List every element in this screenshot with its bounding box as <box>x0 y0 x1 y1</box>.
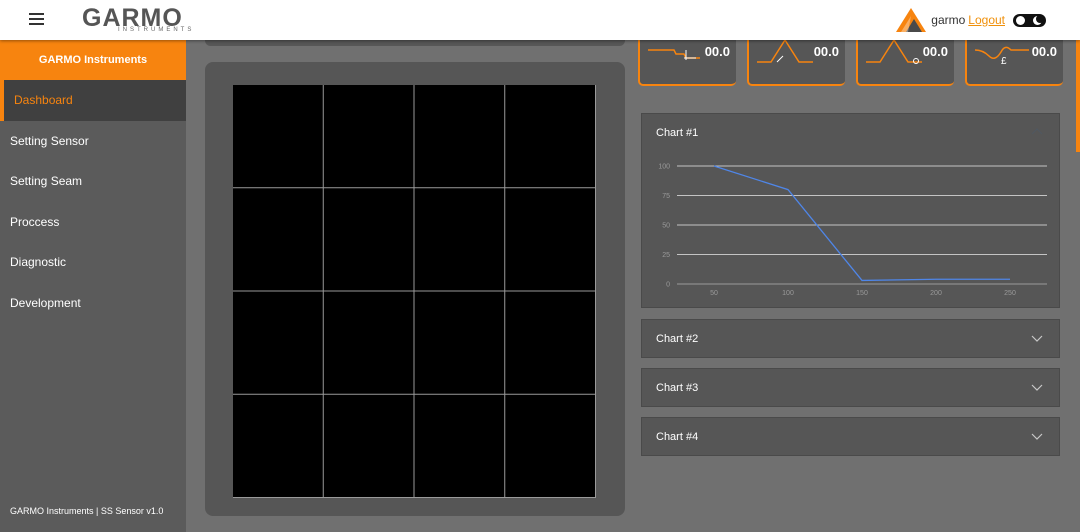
chart-3-header[interactable]: Chart #3 <box>642 369 1059 406</box>
sidebar-item-dashboard[interactable]: Dashboard <box>0 80 186 121</box>
sidebar-item-setting-seam[interactable]: Setting Seam <box>0 161 186 202</box>
x-tick-label: 100 <box>782 290 794 297</box>
chart-1-panel: Chart #1 0 25 50 75 100 50 100 150 200 250 <box>641 113 1060 308</box>
username: garmo <box>931 13 966 27</box>
chart-3-panel[interactable]: Chart #3 <box>641 368 1060 407</box>
x-tick-label: 250 <box>1004 290 1016 297</box>
sidebar-item-setting-sensor[interactable]: Setting Sensor <box>0 121 186 162</box>
chart-2-panel[interactable]: Chart #2 <box>641 319 1060 358</box>
sidebar-brand: GARMO Instruments <box>0 40 186 80</box>
chart-1-plot: 0 25 50 75 100 50 100 150 200 250 <box>658 164 1047 297</box>
logo-subtext: INSTRUMENTS <box>118 27 195 33</box>
top-bar: GARMO INSTRUMENTS garmo Logout <box>0 0 1080 40</box>
indicator-value-1: 00.0 <box>704 44 730 59</box>
user-area: garmo Logout <box>894 6 1046 34</box>
chevron-down-icon[interactable] <box>1031 381 1043 393</box>
y-tick-label: 25 <box>662 252 670 259</box>
sidebar-item-diagnostic[interactable]: Diagnostic <box>0 242 186 283</box>
x-tick-label: 50 <box>710 290 718 297</box>
step-profile-icon <box>648 49 700 60</box>
indicator-value-2: 00.0 <box>813 44 839 59</box>
bump-gap-profile-icon <box>866 38 922 64</box>
menu-icon[interactable] <box>29 13 44 26</box>
theme-toggle[interactable] <box>1013 13 1046 27</box>
chevron-down-icon[interactable] <box>1031 332 1043 344</box>
user-logo-icon <box>896 8 927 32</box>
sidebar: GARMO Instruments Dashboard Setting Sens… <box>0 40 186 532</box>
chart-3-title: Chart #3 <box>656 381 699 394</box>
chart-2-header[interactable]: Chart #2 <box>642 320 1059 357</box>
svg-text:£: £ <box>1001 56 1007 66</box>
chart-4-header[interactable]: Chart #4 <box>642 418 1059 455</box>
logout-link[interactable]: Logout <box>968 13 1005 27</box>
y-tick-label: 75 <box>662 193 670 200</box>
bump-profile-icon <box>757 38 813 63</box>
chevron-down-icon[interactable] <box>1031 430 1043 442</box>
x-tick-label: 200 <box>930 290 942 297</box>
garmo-logo: GARMO INSTRUMENTS <box>82 6 206 34</box>
camera-panel <box>205 62 625 516</box>
chart-2-title: Chart #2 <box>656 332 699 345</box>
series-line <box>713 165 1010 282</box>
sidebar-footer: GARMO Instruments | SS Sensor v1.0 <box>10 506 164 516</box>
moon-icon <box>1033 14 1044 25</box>
scrollbar-thumb[interactable] <box>1076 32 1080 152</box>
chevron-up-icon[interactable] <box>1031 126 1043 138</box>
sidebar-item-proccess[interactable]: Proccess <box>0 202 186 243</box>
indicator-value-4: 00.0 <box>1031 44 1057 59</box>
wave-profile-icon: £ <box>974 46 1029 66</box>
chart-4-title: Chart #4 <box>656 430 699 443</box>
indicator-value-3: 00.0 <box>922 44 948 59</box>
y-tick-label: 0 <box>666 282 670 289</box>
chart-4-panel[interactable]: Chart #4 <box>641 417 1060 456</box>
y-tick-label: 50 <box>662 223 670 230</box>
sidebar-item-development[interactable]: Development <box>0 283 186 324</box>
chart-1-header[interactable]: Chart #1 <box>642 114 1059 151</box>
camera-view <box>233 85 596 498</box>
x-tick-label: 150 <box>856 290 868 297</box>
y-tick-label: 100 <box>658 164 670 171</box>
chart-1-title: Chart #1 <box>656 126 699 139</box>
sun-icon <box>1016 15 1025 25</box>
